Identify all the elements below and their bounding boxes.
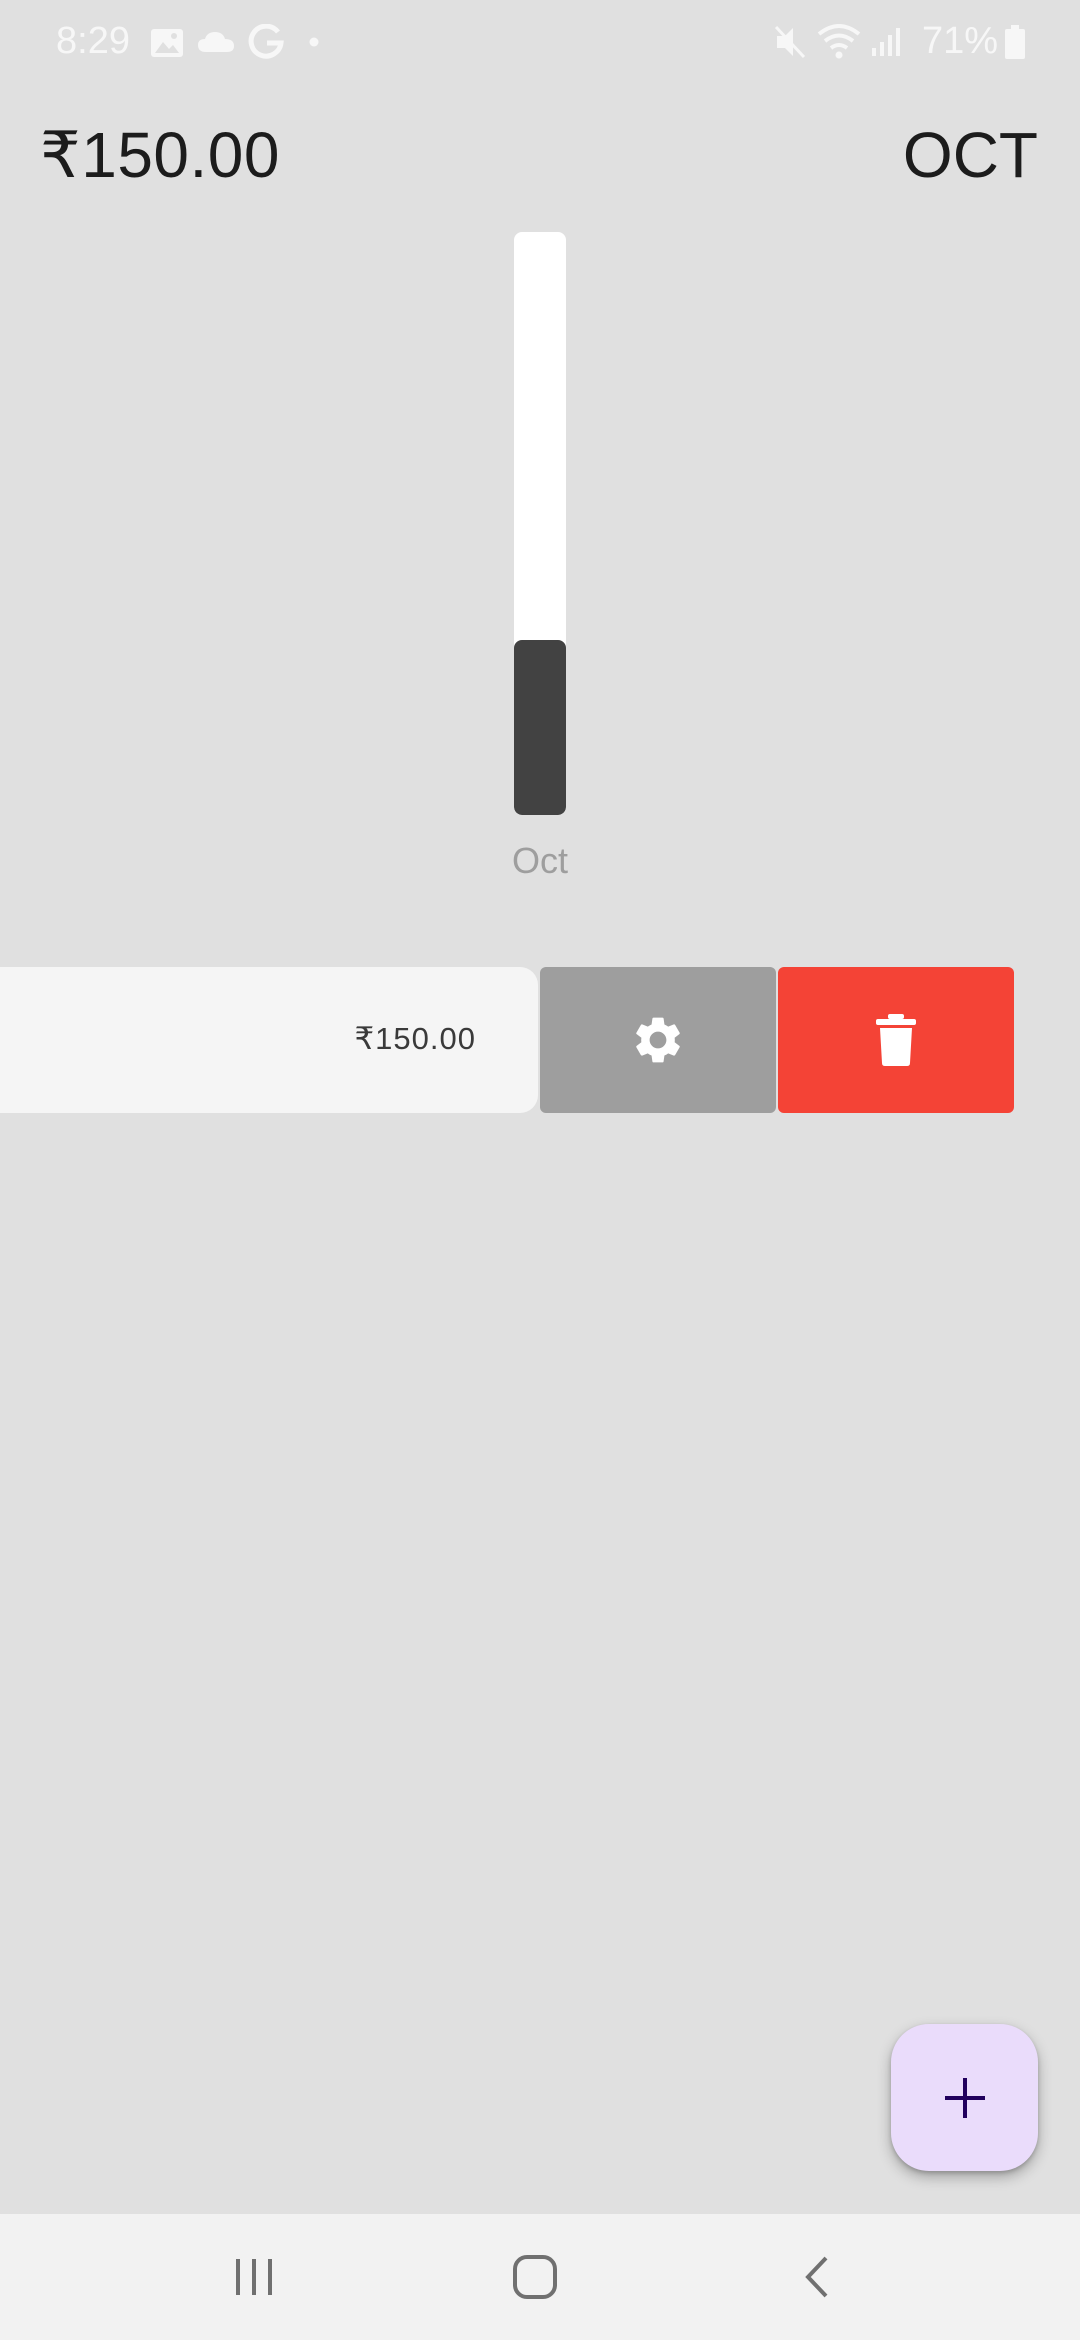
cloud-icon <box>198 32 234 52</box>
bar-track-oct[interactable] <box>514 232 566 815</box>
signal-icon <box>872 28 900 56</box>
recents-button[interactable] <box>174 2214 334 2340</box>
total-amount: ₹150.00 <box>40 119 280 191</box>
navigation-bar <box>0 2214 1080 2340</box>
delete-expense-button[interactable] <box>778 967 1014 1113</box>
status-bar: 8:29 71% <box>0 0 1080 86</box>
back-icon <box>805 2256 828 2298</box>
gallery-icon <box>151 29 183 57</box>
home-button[interactable] <box>455 2214 615 2340</box>
gear-icon <box>636 1017 680 1063</box>
selected-month[interactable]: OCT <box>903 118 1038 192</box>
edit-expense-button[interactable] <box>540 967 776 1113</box>
expense-amount: ₹150.00 <box>354 1021 476 1056</box>
expense-row[interactable]: ₹150.00 <box>0 967 1080 1113</box>
back-button[interactable] <box>737 2214 897 2340</box>
add-expense-button[interactable] <box>891 2024 1038 2171</box>
status-time: 8:29 <box>56 20 130 62</box>
trash-icon <box>876 1014 916 1066</box>
home-icon <box>513 2255 557 2299</box>
bar-label-oct: Oct <box>511 840 568 881</box>
plus-icon <box>944 2077 985 2118</box>
wifi-icon <box>817 24 861 59</box>
battery-icon <box>1005 25 1025 59</box>
dot-icon <box>309 37 319 47</box>
recents-icon <box>236 2259 272 2295</box>
bar-fill-oct <box>514 640 566 815</box>
battery-level: 71% <box>922 20 999 62</box>
google-icon <box>248 24 284 59</box>
expense-card[interactable]: ₹150.00 <box>0 967 538 1113</box>
monthly-chart: Oct <box>0 220 1080 920</box>
mute-icon <box>774 25 806 59</box>
